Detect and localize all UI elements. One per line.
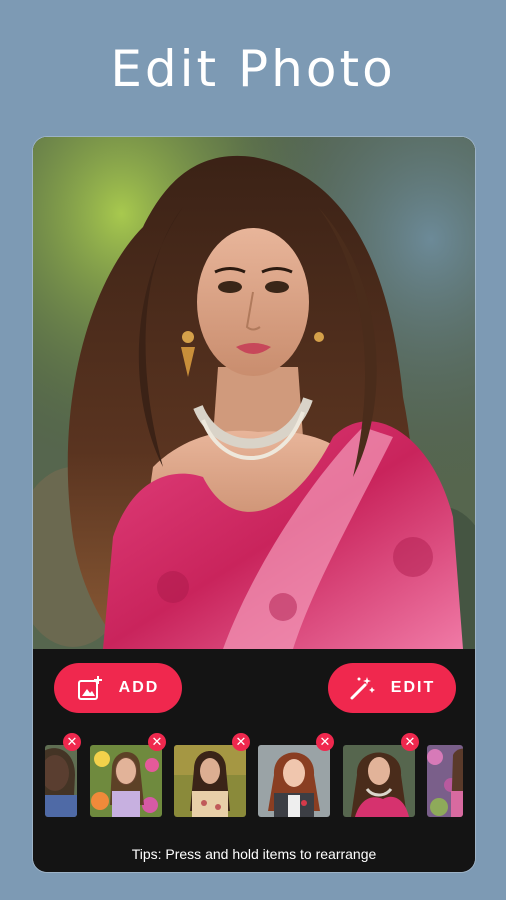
edit-button-label: EDIT — [390, 679, 436, 696]
magic-wand-icon — [350, 677, 375, 700]
remove-thumbnail-button[interactable]: ✕ — [232, 733, 250, 751]
thumbnail-item[interactable] — [258, 745, 330, 817]
remove-thumbnail-button[interactable]: ✕ — [401, 733, 419, 751]
page-title: Edit Photo — [110, 40, 396, 98]
edit-button[interactable]: EDIT — [328, 663, 456, 713]
thumbnail-strip[interactable]: ✕ ✕ ✕ ✕ ✕ — [33, 733, 475, 825]
photo-preview[interactable] — [33, 137, 475, 649]
thumbnail-image — [343, 745, 415, 817]
add-photo-icon — [77, 676, 102, 700]
thumbnail-item[interactable] — [427, 745, 463, 817]
control-panel: ADD EDIT ✕ ✕ ✕ ✕ ✕ Tips: Press and hold … — [33, 649, 475, 872]
remove-thumbnail-button[interactable]: ✕ — [63, 733, 81, 751]
remove-thumbnail-button[interactable]: ✕ — [148, 733, 166, 751]
thumbnail-image — [427, 745, 463, 817]
remove-thumbnail-button[interactable]: ✕ — [316, 733, 334, 751]
thumbnail-item[interactable] — [343, 745, 415, 817]
thumbnail-item[interactable] — [45, 745, 77, 817]
thumbnail-image — [174, 745, 246, 817]
add-button[interactable]: ADD — [54, 663, 182, 713]
thumbnail-item[interactable] — [90, 745, 162, 817]
portrait-image — [33, 137, 475, 649]
thumbnail-image — [258, 745, 330, 817]
tips-text: Tips: Press and hold items to rearrange — [131, 846, 377, 862]
thumbnail-image — [90, 745, 162, 817]
add-button-label: ADD — [118, 679, 160, 696]
thumbnail-image — [45, 745, 77, 817]
thumbnail-item[interactable] — [174, 745, 246, 817]
editor-card: ADD EDIT ✕ ✕ ✕ ✕ ✕ Tips: Press and hold … — [33, 137, 475, 872]
